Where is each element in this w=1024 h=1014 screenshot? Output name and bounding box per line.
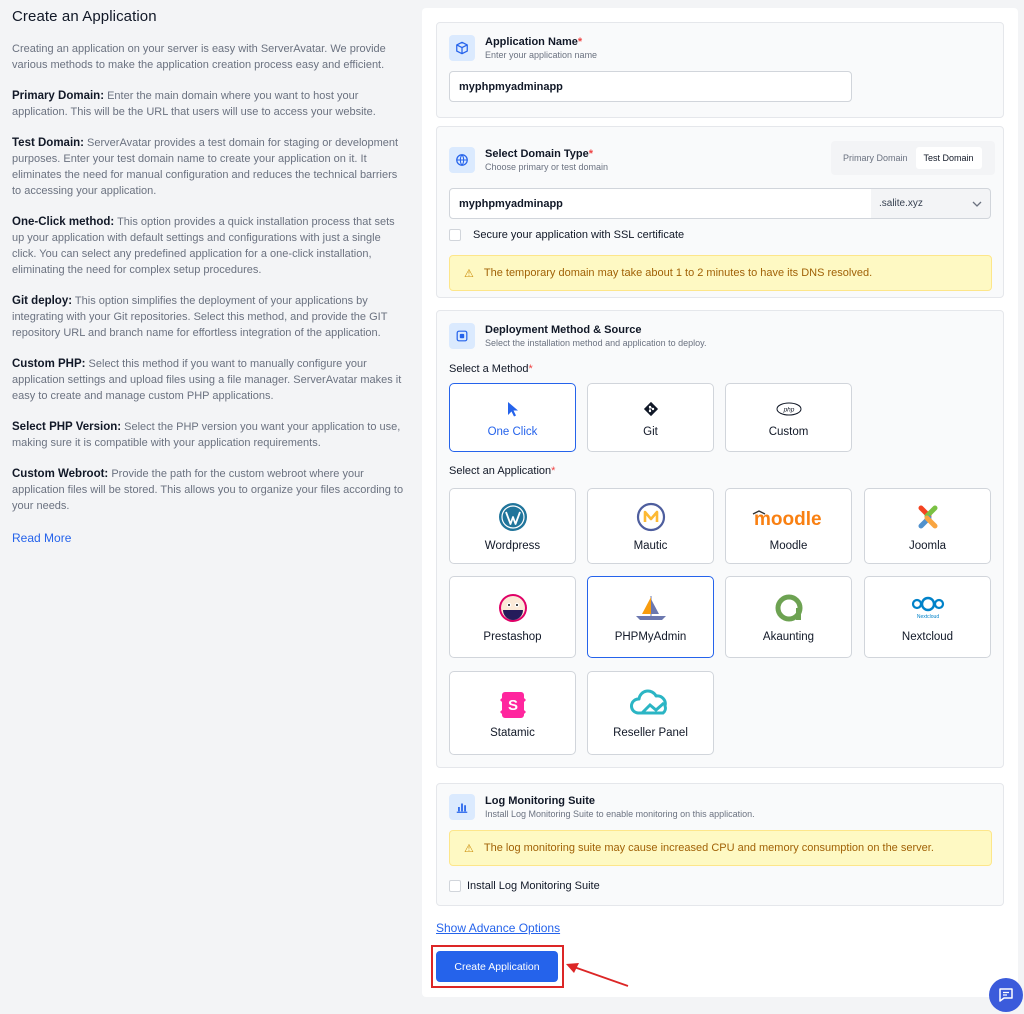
log-monitoring-card: Log Monitoring Suite Install Log Monitor…	[436, 783, 1004, 906]
help-custom-webroot: Custom Webroot: Provide the path for the…	[12, 468, 404, 512]
app-reseller-panel[interactable]: Reseller Panel	[587, 671, 714, 755]
app-prestashop[interactable]: Prestashop	[449, 576, 576, 658]
app-akaunting[interactable]: Akaunting	[725, 576, 852, 658]
annotation-arrow	[566, 963, 629, 987]
domain-suffix-select[interactable]: .salite.xyz	[871, 188, 991, 219]
deployment-subtitle: Select the installation method and appli…	[485, 338, 707, 348]
application-label: Select an Application*	[449, 465, 556, 477]
deploy-icon	[449, 323, 475, 349]
chat-icon	[999, 988, 1013, 1002]
method-git[interactable]: Git	[587, 383, 714, 452]
app-nextcloud[interactable]: Nextcloud Nextcloud	[864, 576, 991, 658]
dns-warning-text: The temporary domain may take about 1 to…	[483, 267, 873, 279]
domain-type-subtitle: Choose primary or test domain	[485, 162, 609, 172]
domain-suffix-value: .salite.xyz	[879, 198, 923, 209]
show-advanced-link[interactable]: Show Advance Options	[436, 921, 560, 935]
log-monitoring-title: Log Monitoring Suite	[485, 795, 595, 807]
phpmyadmin-icon	[633, 591, 669, 625]
help-git-deploy: Git deploy: This option simplifies the d…	[12, 295, 388, 339]
intro-text: Creating an application on your server i…	[12, 43, 386, 71]
ssl-label: Secure your application with SSL certifi…	[473, 229, 685, 241]
akaunting-icon	[774, 591, 804, 625]
chevron-down-icon	[972, 201, 982, 207]
app-name-title: Application Name*	[485, 36, 583, 48]
help-one-click: One-Click method: This option provides a…	[12, 216, 395, 276]
app-name-subtitle: Enter your application name	[485, 50, 598, 60]
domain-card: Select Domain Type* Choose primary or te…	[436, 126, 1004, 298]
ssl-option: Secure your application with SSL certifi…	[449, 229, 684, 241]
reseller-panel-icon	[629, 687, 672, 721]
read-more-link[interactable]: Read More	[12, 531, 71, 545]
app-name-card: Application Name* Enter your application…	[436, 22, 1004, 118]
statamic-icon: S	[498, 687, 528, 721]
ssl-checkbox[interactable]	[449, 229, 461, 241]
page-title: Create an Application	[12, 8, 157, 25]
app-joomla[interactable]: Joomla	[864, 488, 991, 564]
moodle-logo: moodle	[751, 500, 827, 534]
svg-text:php: php	[782, 406, 794, 413]
method-one-click[interactable]: One Click	[449, 383, 576, 452]
svg-text:S: S	[507, 697, 517, 714]
help-panel: Create an Application Creating an applic…	[12, 8, 408, 547]
create-app-form: Application Name* Enter your application…	[422, 8, 1018, 997]
app-statamic[interactable]: S Statamic	[449, 671, 576, 755]
test-domain-input[interactable]: myphpmyadminapp	[449, 188, 872, 219]
domain-type-toggle: Primary Domain Test Domain	[831, 141, 995, 175]
log-warning-text: The log monitoring suite may cause incre…	[483, 842, 934, 854]
svg-text:Nextcloud: Nextcloud	[916, 614, 938, 620]
method-label: Select a Method*	[449, 363, 533, 375]
dns-warning: ⚠ The temporary domain may take about 1 …	[449, 255, 992, 291]
mautic-icon	[636, 500, 666, 534]
svg-text:moodle: moodle	[754, 509, 822, 529]
method-custom[interactable]: php Custom	[725, 383, 852, 452]
app-phpmyadmin[interactable]: PHPMyAdmin	[587, 576, 714, 658]
wordpress-icon	[498, 500, 528, 534]
log-monitoring-checkbox[interactable]	[449, 880, 461, 892]
log-monitoring-subtitle: Install Log Monitoring Suite to enable m…	[485, 809, 755, 819]
deployment-card: Deployment Method & Source Select the in…	[436, 310, 1004, 768]
globe-icon	[449, 147, 475, 173]
git-icon	[643, 398, 659, 420]
create-application-button[interactable]: Create Application	[436, 951, 558, 982]
cube-icon	[449, 35, 475, 61]
tab-test-domain[interactable]: Test Domain	[915, 147, 982, 169]
prestashop-icon	[498, 591, 528, 625]
log-monitoring-label: Install Log Monitoring Suite	[467, 880, 600, 892]
nextcloud-icon: Nextcloud	[908, 591, 948, 625]
chat-support-button[interactable]	[989, 978, 1023, 1012]
log-monitoring-option: Install Log Monitoring Suite	[449, 880, 600, 892]
php-icon: php	[776, 398, 802, 420]
log-warning: ⚠ The log monitoring suite may cause inc…	[449, 830, 992, 866]
warning-icon: ⚠	[464, 842, 474, 855]
help-custom-php: Custom PHP: Select this method if you wa…	[12, 358, 402, 402]
help-primary-domain: Primary Domain: Enter the main domain wh…	[12, 90, 376, 118]
app-mautic[interactable]: Mautic	[587, 488, 714, 564]
joomla-icon	[913, 500, 943, 534]
app-wordpress[interactable]: Wordpress	[449, 488, 576, 564]
app-name-input[interactable]: myphpmyadminapp	[449, 71, 852, 102]
cursor-icon	[507, 398, 519, 420]
warning-icon: ⚠	[464, 267, 474, 280]
help-test-domain: Test Domain: ServerAvatar provides a tes…	[12, 137, 399, 197]
tab-primary-domain[interactable]: Primary Domain	[835, 147, 916, 169]
domain-type-title: Select Domain Type*	[485, 148, 593, 160]
app-moodle[interactable]: moodle Moodle	[725, 488, 852, 564]
chart-icon	[449, 794, 475, 820]
help-php-version: Select PHP Version: Select the PHP versi…	[12, 421, 401, 449]
deployment-title: Deployment Method & Source	[485, 324, 642, 336]
